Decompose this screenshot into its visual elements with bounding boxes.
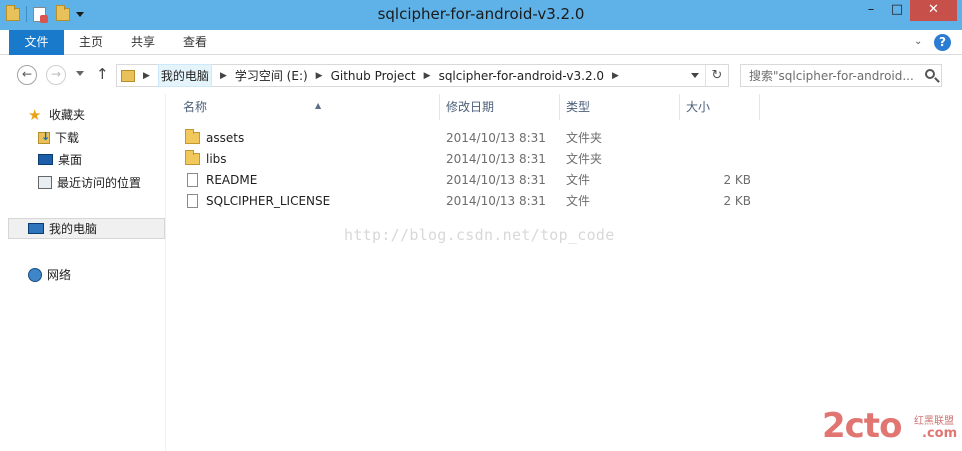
sidebar-item-recent-places[interactable]: 最近访问的位置: [0, 172, 164, 193]
address-history-icon[interactable]: [691, 73, 699, 78]
folder-icon: [185, 149, 200, 165]
tab-file[interactable]: 文件: [9, 30, 64, 55]
column-header-type[interactable]: 类型: [560, 94, 680, 120]
search-icon[interactable]: [925, 69, 935, 79]
file-name: libs: [206, 151, 227, 166]
sidebar-item-network[interactable]: 网络: [0, 264, 164, 285]
sort-ascending-icon: ▲: [315, 101, 322, 110]
file-type: 文件夹: [566, 152, 603, 166]
file-icon: [187, 172, 198, 187]
forward-arrow-icon[interactable]: →: [46, 65, 66, 85]
recent-locations-icon[interactable]: [76, 71, 84, 76]
file-date: 2014/10/13 8:31: [446, 193, 546, 208]
up-arrow-icon[interactable]: ↑: [96, 65, 109, 83]
file-icon: [187, 193, 198, 208]
column-header-size[interactable]: 大小: [680, 94, 760, 120]
minimize-button[interactable]: –: [858, 0, 884, 21]
recent-places-icon: [38, 176, 52, 189]
breadcrumb-separator-icon[interactable]: ▶: [604, 71, 627, 81]
sidebar-item-desktop[interactable]: 桌面: [0, 149, 164, 170]
file-name: SQLCIPHER_LICENSE: [206, 193, 331, 208]
sidebar-item-label: 下载: [55, 131, 80, 145]
site-logo: 2cto 红黑联盟 .com: [822, 406, 958, 446]
sidebar-item-label: 桌面: [58, 153, 83, 167]
folder-icon: [185, 128, 200, 144]
file-row[interactable]: README 2014/10/13 8:31 文件 2 KB: [179, 169, 757, 190]
file-size: 2 KB: [723, 172, 751, 187]
watermark-text: http://blog.csdn.net/top_code: [344, 226, 615, 244]
file-type: 文件: [566, 173, 591, 187]
refresh-icon[interactable]: ↻: [705, 65, 728, 86]
close-button[interactable]: ✕: [910, 0, 957, 21]
column-header-date[interactable]: 修改日期: [440, 94, 560, 120]
maximize-button[interactable]: □: [884, 0, 910, 21]
download-icon: [38, 130, 50, 144]
sidebar-item-label: 收藏夹: [49, 108, 86, 122]
file-date: 2014/10/13 8:31: [446, 172, 546, 187]
breadcrumb-separator-icon[interactable]: ▶: [416, 71, 439, 81]
file-size: 2 KB: [723, 193, 751, 208]
computer-icon: [28, 223, 44, 234]
help-icon[interactable]: ?: [934, 34, 951, 51]
file-type: 文件夹: [566, 131, 603, 145]
tab-view[interactable]: 查看: [170, 30, 220, 55]
breadcrumb-item[interactable]: 学习空间 (E:) ▶: [235, 65, 331, 86]
ribbon: 文件 主页 共享 查看 ⌄ ?: [0, 30, 962, 55]
file-date: 2014/10/13 8:31: [446, 151, 546, 166]
file-date: 2014/10/13 8:31: [446, 130, 546, 145]
tab-home[interactable]: 主页: [66, 30, 116, 55]
back-arrow-icon[interactable]: ←: [17, 65, 37, 85]
file-name: assets: [206, 130, 245, 145]
file-name: README: [206, 172, 258, 187]
file-list: 名称 ▲ 修改日期 类型 大小 assets 2014/10/13 8:31 文…: [167, 94, 962, 451]
search-input[interactable]: [741, 65, 921, 86]
breadcrumb-separator-icon[interactable]: ▶: [308, 71, 331, 81]
sidebar-item-favorites[interactable]: ★ 收藏夹: [0, 104, 164, 125]
breadcrumb-item[interactable]: 我的电脑 ▶: [157, 64, 235, 87]
navigation-bar: ← → ↑ ▶ 我的电脑 ▶ 学习空间 (E:) ▶ Github Project ▶…: [0, 56, 962, 94]
sidebar-item-downloads[interactable]: 下载: [0, 127, 164, 148]
sidebar-item-label: 我的电脑: [49, 222, 98, 236]
breadcrumb-item[interactable]: sqlcipher-for-android-v3.2.0 ▶: [439, 65, 627, 86]
search-box[interactable]: [740, 64, 942, 87]
sidebar-item-label: 网络: [47, 268, 72, 282]
expand-ribbon-icon[interactable]: ⌄: [914, 36, 926, 48]
desktop-icon: [38, 154, 53, 165]
breadcrumb-separator-icon[interactable]: ▶: [135, 71, 158, 81]
column-header-name[interactable]: 名称 ▲: [177, 94, 440, 120]
window-title: sqlcipher-for-android-v3.2.0: [377, 5, 585, 23]
sidebar-item-label: 最近访问的位置: [57, 176, 142, 190]
tab-share[interactable]: 共享: [118, 30, 168, 55]
file-row[interactable]: assets 2014/10/13 8:31 文件夹: [179, 127, 757, 148]
breadcrumb-separator-icon[interactable]: ▶: [212, 71, 235, 81]
address-bar[interactable]: ▶ 我的电脑 ▶ 学习空间 (E:) ▶ Github Project ▶ sqlci…: [116, 64, 729, 87]
breadcrumb-item[interactable]: Github Project ▶: [331, 65, 439, 86]
title-bar: sqlcipher-for-android-v3.2.0 – □ ✕: [0, 0, 962, 30]
star-icon: ★: [28, 105, 42, 124]
file-row[interactable]: libs 2014/10/13 8:31 文件夹: [179, 148, 757, 169]
folder-icon: [121, 69, 135, 82]
sidebar-item-this-pc[interactable]: 我的电脑: [8, 218, 165, 239]
file-row[interactable]: SQLCIPHER_LICENSE 2014/10/13 8:31 文件 2 K…: [179, 190, 757, 211]
network-icon: [28, 267, 42, 282]
file-type: 文件: [566, 194, 591, 208]
navigation-pane: ★ 收藏夹 下载 桌面 最近访问的位置 我的电脑 网络: [0, 94, 166, 451]
